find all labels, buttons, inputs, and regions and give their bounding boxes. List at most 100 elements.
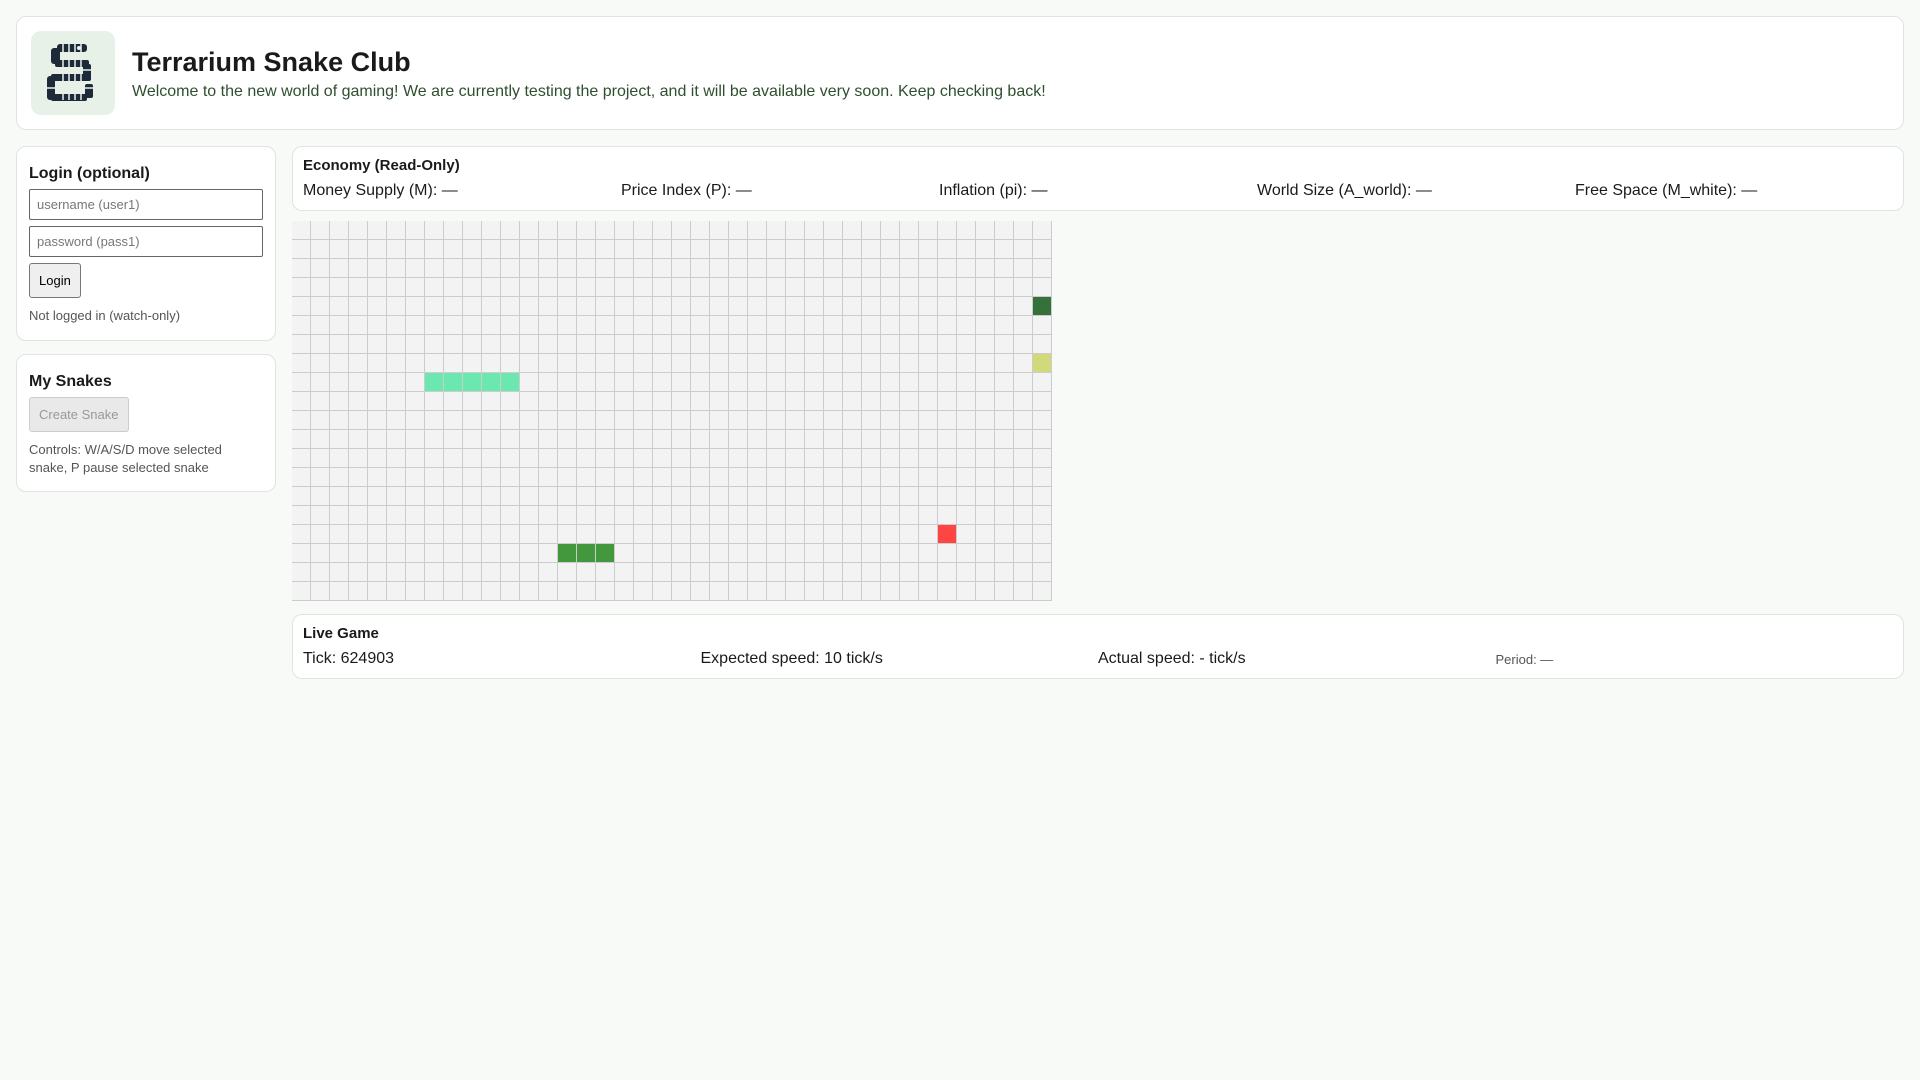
board-cell: [691, 316, 710, 335]
board-cell: [919, 563, 938, 582]
board-cell: [957, 259, 976, 278]
board-cell: [501, 449, 520, 468]
board-cell: [577, 468, 596, 487]
board-cell: [501, 430, 520, 449]
board-cell: [653, 316, 672, 335]
board-cell: [330, 335, 349, 354]
board-cell: [368, 297, 387, 316]
board-cell: [444, 411, 463, 430]
board-cell: [539, 563, 558, 582]
board-cell: [520, 544, 539, 563]
board-cell: [843, 411, 862, 430]
board-cell: [539, 297, 558, 316]
board-cell: [672, 335, 691, 354]
create-snake-button[interactable]: Create Snake: [29, 397, 129, 432]
board-cell: [843, 487, 862, 506]
board-cell: [881, 582, 900, 601]
board-cell: [995, 487, 1014, 506]
board-cell: [444, 582, 463, 601]
board-cell: [729, 468, 748, 487]
board-cell: [672, 316, 691, 335]
board-cell: [938, 221, 957, 240]
board-cell: [425, 468, 444, 487]
board-cell: [425, 582, 444, 601]
board-cell: [387, 563, 406, 582]
board-cell: [615, 297, 634, 316]
board-cell: [330, 544, 349, 563]
economy-heading: Economy (Read-Only): [303, 157, 460, 174]
board-cell: [957, 411, 976, 430]
board-cell: [805, 373, 824, 392]
board-cell: [463, 525, 482, 544]
board-cell: [767, 487, 786, 506]
board-cell: [311, 563, 330, 582]
board-cell: [406, 544, 425, 563]
board-cell: [425, 449, 444, 468]
board-cell: [995, 316, 1014, 335]
password-input[interactable]: [29, 226, 263, 257]
board-cell: [615, 487, 634, 506]
board-cell: [292, 449, 311, 468]
board-cell: [349, 354, 368, 373]
board-cell: [634, 316, 653, 335]
board-cell: [311, 297, 330, 316]
board-cell: [729, 297, 748, 316]
board-cell: [520, 563, 539, 582]
board-cell: [843, 449, 862, 468]
board-cell: [1033, 506, 1052, 525]
board-cell: [691, 525, 710, 544]
board-cell: [957, 544, 976, 563]
board-cell: [976, 506, 995, 525]
board-cell: [995, 544, 1014, 563]
board-cell: [1014, 563, 1033, 582]
board-cell: [881, 354, 900, 373]
board-cell: [672, 506, 691, 525]
board-cell: [387, 392, 406, 411]
board-cell: [843, 221, 862, 240]
board-cell: [1033, 240, 1052, 259]
board-cell: [615, 259, 634, 278]
board-cell: [596, 487, 615, 506]
board-cell: [558, 506, 577, 525]
board-cell: [349, 278, 368, 297]
board-cell: [957, 449, 976, 468]
board-cell: [881, 335, 900, 354]
board-cell: [387, 278, 406, 297]
board-cell: [653, 392, 672, 411]
board-cell: [425, 563, 444, 582]
board-cell: [444, 487, 463, 506]
board-cell: [729, 373, 748, 392]
board-cell: [919, 525, 938, 544]
board-cell: [520, 449, 539, 468]
username-input[interactable]: [29, 189, 263, 220]
occupied-cell: [938, 525, 957, 544]
board-cell: [463, 392, 482, 411]
board-cell: [311, 259, 330, 278]
board-cell: [558, 335, 577, 354]
board-cell: [957, 468, 976, 487]
game-board[interactable]: [292, 221, 1052, 601]
board-cell: [558, 430, 577, 449]
board-cell: [653, 297, 672, 316]
board-cell: [463, 430, 482, 449]
board-cell: [444, 506, 463, 525]
board-cell: [330, 468, 349, 487]
board-cell: [425, 297, 444, 316]
board-cell: [919, 297, 938, 316]
board-cell: [900, 297, 919, 316]
board-cell: [368, 487, 387, 506]
board-cell: [710, 563, 729, 582]
board-cell: [881, 297, 900, 316]
board-cell: [767, 240, 786, 259]
board-cell: [653, 259, 672, 278]
board-cell: [349, 240, 368, 259]
board-cell: [919, 335, 938, 354]
board-cell: [520, 468, 539, 487]
login-button[interactable]: Login: [29, 263, 81, 298]
board-cell: [710, 392, 729, 411]
board-cell: [463, 411, 482, 430]
board-cell: [786, 392, 805, 411]
board-cell: [672, 221, 691, 240]
board-cell: [368, 221, 387, 240]
board-cell: [444, 259, 463, 278]
